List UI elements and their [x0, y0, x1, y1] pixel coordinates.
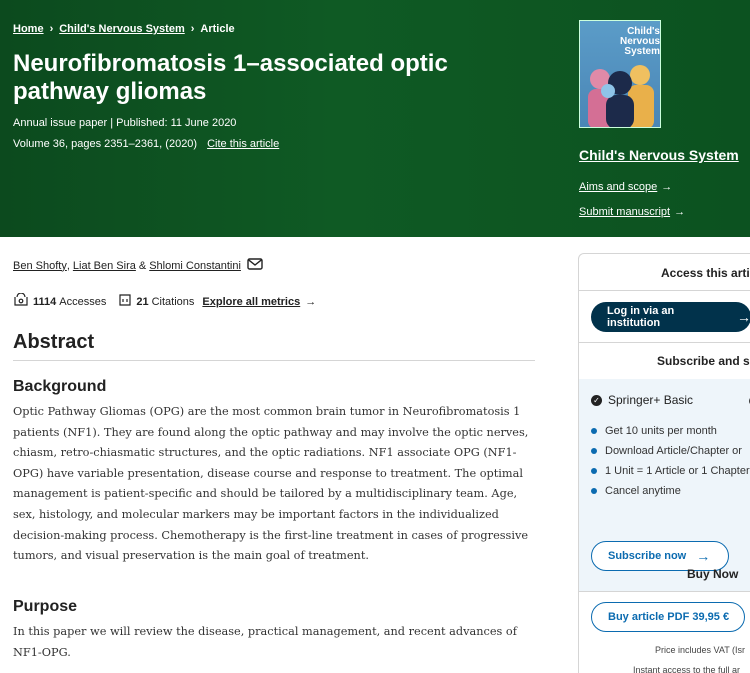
cover-title: Child's Nervous System — [619, 26, 660, 57]
submit-manuscript-link[interactable]: Submit manuscript — [579, 206, 670, 218]
vat-note: Price includes VAT (Isr — [655, 645, 746, 655]
list-item: Cancel anytime — [591, 481, 750, 501]
subscribe-now-label: Subscribe now — [608, 550, 687, 562]
sidebar-divider — [579, 290, 750, 291]
plan-option[interactable]: ✓ Springer+ Basic — [591, 393, 693, 407]
check-circle-icon: ✓ — [591, 394, 602, 406]
bullet-dot-icon — [591, 468, 597, 474]
bullet-dot-icon — [591, 428, 597, 434]
login-institution-label: Log in via an institution — [607, 305, 675, 329]
sidebar-divider — [579, 591, 750, 592]
journal-name-link[interactable]: Child's Nervous System — [579, 147, 739, 163]
article-header: Home › Child's Nervous System › Article … — [0, 0, 750, 237]
buy-article-label: Buy article PDF 39,95 € — [608, 611, 730, 623]
author-link[interactable]: Shlomi Constantini — [149, 260, 241, 272]
access-heading: Access this artic — [661, 266, 750, 280]
author-link[interactable]: Liat Ben Sira — [73, 260, 136, 272]
list-item: Download Article/Chapter or — [591, 441, 750, 461]
instant-access-note: Instant access to the full ar — [633, 665, 741, 673]
cite-article-link[interactable]: Cite this article — [207, 138, 279, 150]
journal-cover-image[interactable]: Child's Nervous System — [579, 20, 661, 128]
aims-scope-row: Aims and scope → — [579, 181, 672, 193]
purpose-heading: Purpose — [13, 598, 78, 615]
cover-silhouettes-icon — [588, 65, 654, 127]
arrow-right-icon: → — [737, 309, 750, 325]
breadcrumb-journal[interactable]: Child's Nervous System — [59, 23, 185, 35]
list-item: Get 10 units per month — [591, 421, 750, 441]
subscribe-heading: Subscribe and sa — [657, 354, 750, 368]
arrow-right-icon: → — [305, 295, 317, 308]
bullet-dot-icon — [591, 488, 597, 494]
background-heading: Background — [13, 378, 107, 395]
sidebar-divider — [579, 342, 750, 343]
breadcrumb-separator: › — [49, 23, 54, 35]
access-sidebar: Access this artic Log in via an institut… — [578, 253, 750, 673]
article-metrics: 1114 Accesses 21 Citations Explore all m… — [13, 292, 317, 310]
accesses-count: 1114 — [33, 295, 57, 308]
purpose-paragraph: In this paper we will review the disease… — [13, 625, 517, 659]
accesses-icon — [13, 292, 29, 310]
list-item: 1 Unit = 1 Article or 1 Chapter — [591, 461, 750, 481]
breadcrumb: Home › Child's Nervous System › Article — [13, 23, 235, 35]
background-paragraph: Optic Pathway Gliomas (OPG) are the most… — [13, 405, 529, 563]
abstract-heading: Abstract — [13, 331, 95, 353]
article-title: Neurofibromatosis 1–associated optic pat… — [13, 50, 448, 105]
plan-features: Get 10 units per month Download Article/… — [591, 421, 750, 501]
volume-pages: Volume 36, pages 2351–2361, (2020) — [13, 138, 198, 150]
aims-scope-link[interactable]: Aims and scope — [579, 181, 657, 193]
citations-count: 21 — [136, 295, 149, 308]
author-link[interactable]: Ben Shofty — [13, 260, 67, 272]
citations-icon — [118, 293, 132, 310]
buy-now-heading: Buy Now — [687, 567, 739, 581]
author-list: Ben Shofty , Liat Ben Sira & Shlomi Cons… — [13, 258, 263, 273]
explore-metrics-link[interactable]: Explore all metrics — [202, 296, 300, 308]
breadcrumb-current: Article — [200, 23, 235, 35]
buy-article-button[interactable]: Buy article PDF 39,95 € — [591, 602, 745, 632]
citations-label: Citations — [151, 295, 195, 308]
abstract-divider — [13, 360, 535, 361]
arrow-right-icon: → — [661, 181, 673, 193]
arrow-right-icon: → — [674, 206, 686, 218]
email-icon[interactable] — [247, 258, 263, 273]
article-meta-volume: Volume 36, pages 2351–2361, (2020) Cite … — [13, 138, 279, 150]
breadcrumb-home[interactable]: Home — [13, 23, 44, 35]
plan-name: Springer+ Basic — [608, 393, 694, 407]
breadcrumb-separator: › — [190, 23, 195, 35]
subscription-plan-block: ✓ Springer+ Basic Get 10 units per month… — [579, 379, 750, 591]
submit-manuscript-row: Submit manuscript → — [579, 206, 685, 218]
article-meta-published: Annual issue paper | Published: 11 June … — [13, 117, 237, 129]
bullet-dot-icon — [591, 448, 597, 454]
arrow-right-icon: → — [696, 548, 711, 564]
login-institution-button[interactable]: Log in via an institution → — [591, 302, 750, 332]
accesses-label: Accesses — [59, 295, 107, 308]
